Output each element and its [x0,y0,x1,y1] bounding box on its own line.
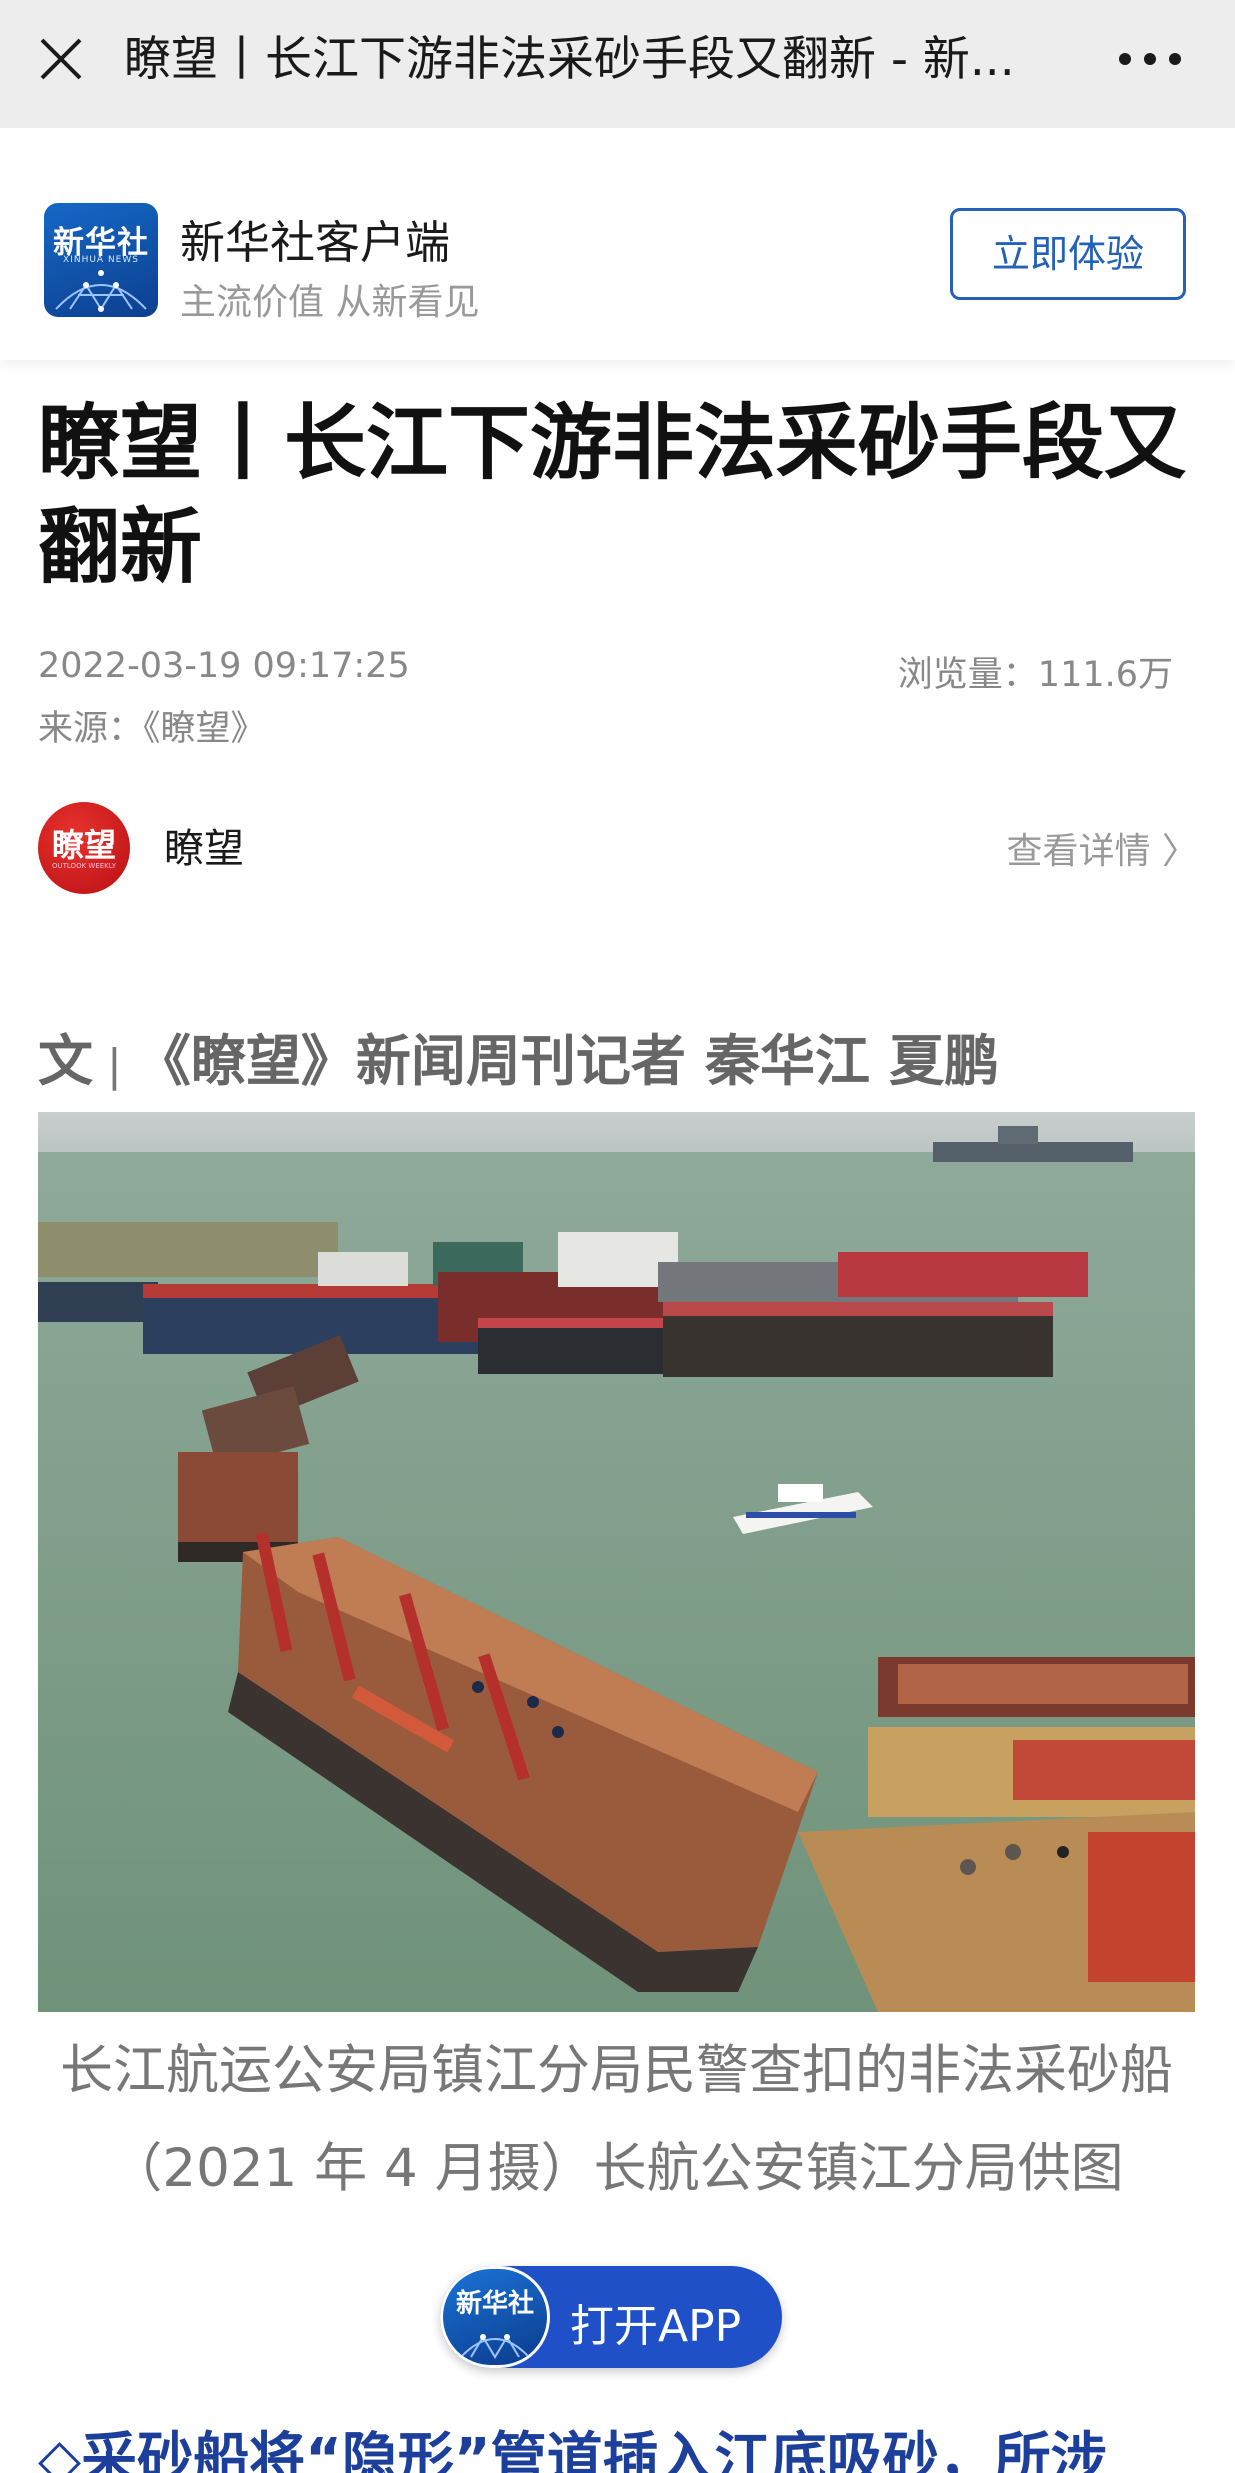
app-banner: 新华社 XINHUA NEWS 新华社客户端 主流价值 从新看见 立即体验 [0,128,1235,360]
publish-date: 2022-03-19 09:17:25 [38,646,410,686]
try-now-button[interactable]: 立即体验 [950,208,1186,300]
photo-caption: 长江航运公安局镇江分局民警查扣的非法采砂船（2021 年 4 月摄）长航公安镇江… [60,2040,1173,2199]
xinhua-logo-subtext: XINHUA NEWS [63,255,139,265]
avatar[interactable]: 瞭望 OUTLOOK WEEKLY [38,802,130,894]
app-name: 新华社客户端 [180,216,451,269]
globe-network-icon [55,270,147,312]
byline-separator: | [107,1040,122,1091]
author-row[interactable]: 瞭望 OUTLOOK WEEKLY 瞭望 查看详情 〉 [38,802,1198,894]
byline: 文 | 《瞭望》新闻周刊记者 秦华江 夏鹏 [38,1016,999,1096]
open-app-button[interactable]: 新华社 打开APP [440,2266,782,2368]
more-options-icon[interactable] [1115,48,1185,70]
article-photo[interactable] [38,1112,1195,2012]
open-app-logo-text: 新华社 [455,2289,534,2319]
avatar-subtext: OUTLOOK WEEKLY [52,862,116,870]
author-name[interactable]: 瞭望 [164,816,244,874]
article-source: 来源：《瞭望》 [38,709,266,749]
byline-prefix: 文 [38,1029,94,1093]
avatar-text: 瞭望 [51,826,116,864]
open-app-label: 打开APP [570,2301,742,2352]
sand-dredging-boats-image [38,1112,1195,2012]
xinhua-logo: 新华社 XINHUA NEWS [44,203,158,317]
page-title: 瞭望丨长江下游非法采砂手段又翻新 - 新... [124,32,1015,87]
app-slogan: 主流价值 从新看见 [180,282,480,323]
xinhua-round-logo: 新华社 [440,2266,550,2368]
view-count: 浏览量：111.6万 [897,655,1173,695]
close-icon[interactable] [36,34,86,84]
section-heading: ◇采砂船将“隐形”管道插入江底吸砂，所涉 [38,2427,1107,2473]
view-details-link[interactable]: 查看详情 〉 [1007,822,1198,874]
top-bar: 瞭望丨长江下游非法采砂手段又翻新 - 新... [0,0,1235,128]
byline-reporters: 《瞭望》新闻周刊记者 秦华江 夏鹏 [135,1029,1000,1093]
globe-network-icon [460,2334,530,2359]
article-title: 瞭望丨长江下游非法采砂手段又翻新 [38,396,1187,595]
